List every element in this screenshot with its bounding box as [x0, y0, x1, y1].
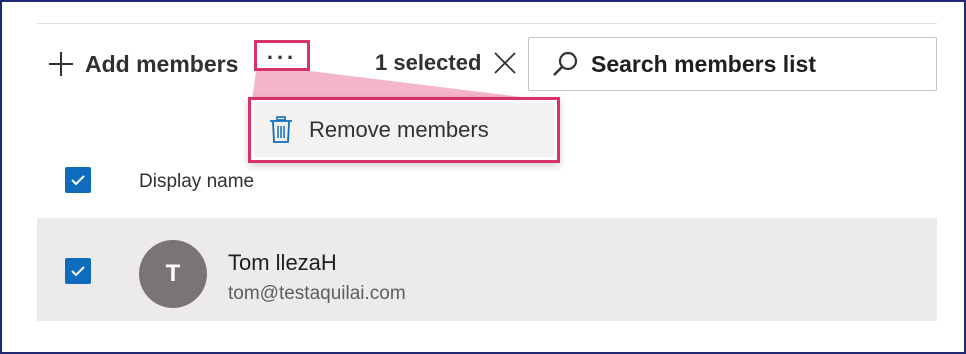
member-row[interactable]: T Tom llezaH tom@testaquilai.com	[37, 218, 937, 321]
more-actions-button[interactable]: ...	[254, 40, 310, 71]
member-email: tom@testaquilai.com	[228, 283, 406, 304]
top-divider	[37, 23, 937, 24]
actions-menu: Remove members	[248, 97, 560, 163]
trash-icon	[269, 116, 293, 144]
ellipsis-icon: ...	[266, 38, 298, 64]
remove-members-menu-item[interactable]: Remove members	[254, 103, 554, 157]
remove-members-label: Remove members	[309, 117, 489, 142]
member-name: Tom llezaH	[228, 250, 337, 275]
add-members-button[interactable]: Add members	[47, 46, 238, 82]
clear-selection-button[interactable]	[492, 50, 518, 76]
search-icon	[551, 50, 579, 78]
close-icon	[494, 52, 516, 74]
select-all-checkbox[interactable]	[65, 167, 91, 193]
selected-count: 1 selected	[375, 50, 482, 75]
search-members-box[interactable]	[528, 37, 937, 91]
avatar: T	[139, 240, 207, 308]
search-members-input[interactable]	[591, 50, 911, 78]
checkmark-icon	[71, 266, 85, 277]
row-checkbox[interactable]	[65, 258, 91, 284]
add-members-label: Add members	[85, 50, 239, 77]
checkmark-icon	[71, 175, 85, 186]
column-header-display-name[interactable]: Display name	[139, 171, 254, 193]
plus-icon	[47, 50, 75, 78]
